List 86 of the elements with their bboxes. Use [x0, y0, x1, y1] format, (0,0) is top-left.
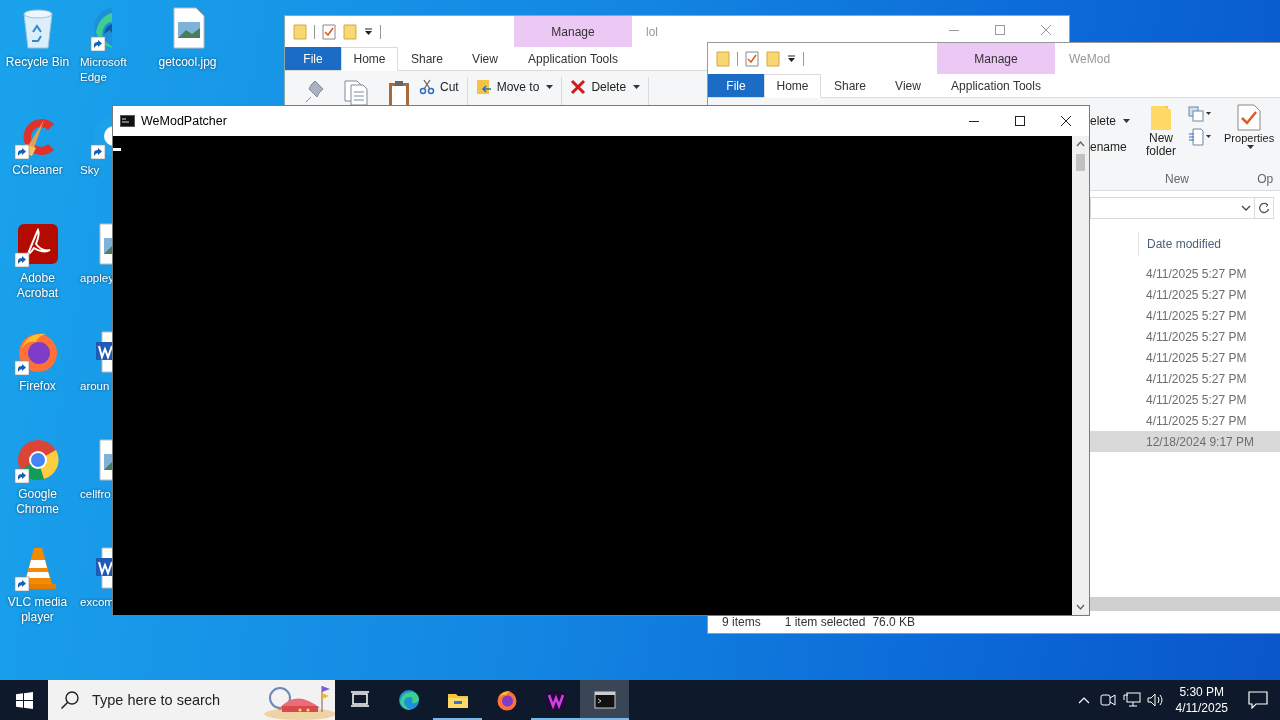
icon-label: CCleaner [11, 163, 64, 178]
ribbon-tab[interactable]: File [285, 47, 341, 70]
date-cell[interactable]: 4/11/2025 5:27 PM [1090, 347, 1280, 368]
copy-icon[interactable] [343, 79, 369, 107]
scissors-icon [419, 79, 435, 95]
icon-label: VLC media player [6, 595, 69, 625]
caret-icon [1246, 145, 1254, 149]
context-tab-header: Manage [937, 43, 1055, 74]
easy-access-icon[interactable] [1188, 128, 1213, 146]
ribbon-tab[interactable]: Share [821, 74, 879, 97]
window-title: WeMod [1069, 51, 1111, 66]
delete-icon [570, 79, 587, 95]
browser-icon [495, 689, 518, 711]
ribbon-tab[interactable]: Application Tools [514, 47, 632, 70]
terminal-icon [120, 115, 135, 127]
item-count: 9 items [722, 615, 761, 629]
browser-icon [397, 689, 420, 711]
close-icon [1061, 116, 1071, 126]
ribbon-group-label: Op [1257, 172, 1274, 188]
ribbon-button[interactable]: elete [1090, 114, 1131, 128]
caret-icon [633, 85, 641, 89]
icon-label: cellfro [80, 487, 112, 502]
app-logo-icon [544, 689, 567, 711]
icon-label: getcool.jpg [157, 55, 218, 70]
window-title: lol [646, 24, 658, 39]
chevron-down-icon [1241, 205, 1251, 211]
date-cell[interactable]: 4/11/2025 5:27 PM [1090, 305, 1280, 326]
address-field[interactable] [1090, 197, 1255, 219]
scrollbar[interactable] [1090, 597, 1280, 611]
pin-icon[interactable] [303, 79, 325, 103]
date-cell[interactable]: 4/11/2025 5:27 PM [1090, 368, 1280, 389]
ribbon-tab[interactable]: View [456, 47, 514, 70]
date-cell[interactable]: 4/11/2025 5:27 PM [1090, 410, 1280, 431]
refresh-button[interactable] [1255, 197, 1274, 219]
date-cell[interactable]: 4/11/2025 5:27 PM [1090, 284, 1280, 305]
ribbon-button[interactable]: Move to [471, 77, 558, 97]
icon-label: aroun [80, 379, 111, 394]
icon-label: Google Chrome [15, 487, 60, 517]
date-cell[interactable]: 12/18/2024 9:17 PM [1090, 431, 1280, 452]
clock[interactable]: 5:30 PM 4/11/2025 [1167, 684, 1236, 716]
terminal-icon [593, 689, 616, 711]
date-cell[interactable]: 4/11/2025 5:27 PM [1090, 263, 1280, 284]
date-cell[interactable]: 4/11/2025 5:27 PM [1090, 326, 1280, 347]
date-cell[interactable]: 4/11/2025 5:27 PM [1090, 389, 1280, 410]
ribbon-button[interactable]: Properties [1224, 104, 1275, 172]
customize-dropdown-icon[interactable] [364, 27, 373, 36]
properties-icon[interactable] [745, 50, 759, 67]
ribbon-group-label: New [1165, 172, 1190, 188]
ribbon-tab[interactable]: Home [764, 74, 821, 98]
column-header[interactable]: Date modified [1138, 232, 1222, 256]
maximize-icon [995, 25, 1005, 35]
ribbon-button[interactable]: Delete [566, 77, 645, 97]
refresh-icon [1258, 202, 1270, 214]
caret-icon [546, 85, 554, 89]
scrollbar-thumb[interactable] [1076, 154, 1085, 171]
properties-icon[interactable] [322, 23, 336, 40]
search-icon [60, 690, 80, 710]
ribbon-tab[interactable]: Home [341, 47, 398, 71]
ribbon-tab[interactable]: Share [398, 47, 456, 70]
icon-label: Recycle Bin [4, 55, 71, 70]
search-bar[interactable]: Type here to search [48, 680, 335, 720]
windows-logo-icon [15, 691, 33, 709]
icon-label: Adobe Acrobat [15, 271, 60, 301]
context-tab-header: Manage [514, 16, 632, 47]
close-icon [1041, 25, 1051, 35]
ribbon-tab[interactable]: File [708, 74, 764, 97]
icon-label: Firefox [18, 379, 57, 394]
ribbon-tab[interactable]: View [879, 74, 937, 97]
icon-label: appley [80, 271, 115, 286]
icon-label: Microsoft Edge [80, 55, 128, 85]
maximize-icon [1015, 116, 1025, 126]
customize-dropdown-icon[interactable] [787, 54, 796, 63]
taskbar-button[interactable] [580, 680, 629, 720]
icon-label: Sky [80, 163, 101, 178]
selection-size: 76.0 KB [872, 615, 916, 629]
caret-icon [1123, 119, 1131, 123]
new-item-icon[interactable] [1188, 106, 1213, 122]
ribbon-button[interactable]: Cut [415, 77, 463, 97]
window-title: WeModPatcher [141, 114, 227, 128]
search-field[interactable]: Type here to search [90, 691, 264, 709]
ribbon-tab[interactable]: Application Tools [937, 74, 1055, 97]
properties-icon [1236, 104, 1263, 132]
ribbon-button[interactable]: New folder [1142, 104, 1181, 172]
selection-status: 1 item selected [784, 615, 866, 629]
ribbon-button[interactable]: ename [1090, 140, 1131, 154]
scrollbar[interactable] [1072, 136, 1089, 615]
